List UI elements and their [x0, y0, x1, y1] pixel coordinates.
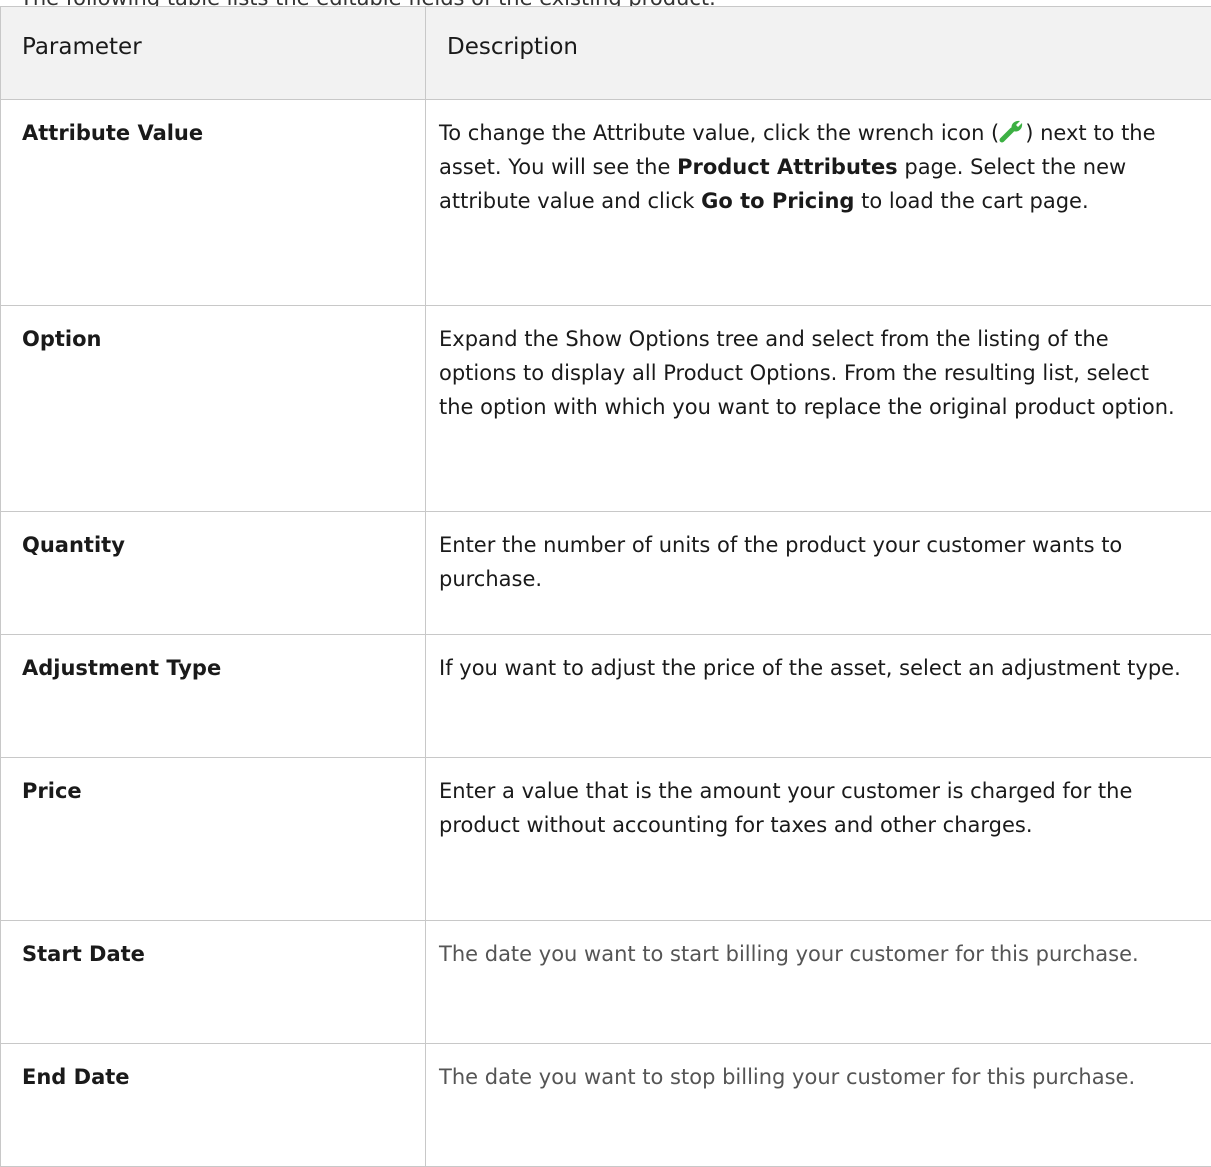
param-name: Quantity: [1, 512, 426, 635]
param-description: Expand the Show Options tree and select …: [426, 306, 1211, 512]
param-description: To change the Attribute value, click the…: [426, 100, 1211, 306]
desc-text: to load the cart page.: [854, 189, 1088, 213]
table-row: Option Expand the Show Options tree and …: [1, 306, 1211, 512]
param-name: End Date: [1, 1044, 426, 1167]
param-description: If you want to adjust the price of the a…: [426, 635, 1211, 758]
param-name: Option: [1, 306, 426, 512]
table-row: End Date The date you want to stop billi…: [1, 1044, 1211, 1167]
column-header-parameter: Parameter: [1, 7, 426, 100]
param-description: Enter the number of units of the product…: [426, 512, 1211, 635]
desc-text: To change the Attribute value, click the…: [439, 121, 999, 145]
param-name: Start Date: [1, 921, 426, 1044]
param-description: The date you want to stop billing your c…: [426, 1044, 1211, 1167]
param-description: Enter a value that is the amount your cu…: [426, 758, 1211, 921]
product-attributes-label: Product Attributes: [677, 155, 898, 179]
parameters-table: Parameter Description Attribute Value To…: [0, 6, 1211, 1167]
table-row: Quantity Enter the number of units of th…: [1, 512, 1211, 635]
column-header-description: Description: [426, 7, 1211, 100]
param-name: Adjustment Type: [1, 635, 426, 758]
table-row: Adjustment Type If you want to adjust th…: [1, 635, 1211, 758]
table-header-row: Parameter Description: [1, 7, 1211, 100]
param-name: Price: [1, 758, 426, 921]
param-name: Attribute Value: [1, 100, 426, 306]
table-row: Attribute Value To change the Attribute …: [1, 100, 1211, 306]
param-description: The date you want to start billing your …: [426, 921, 1211, 1044]
wrench-icon: [999, 118, 1025, 144]
go-to-pricing-label: Go to Pricing: [701, 189, 854, 213]
table-row: Start Date The date you want to start bi…: [1, 921, 1211, 1044]
table-row: Price Enter a value that is the amount y…: [1, 758, 1211, 921]
